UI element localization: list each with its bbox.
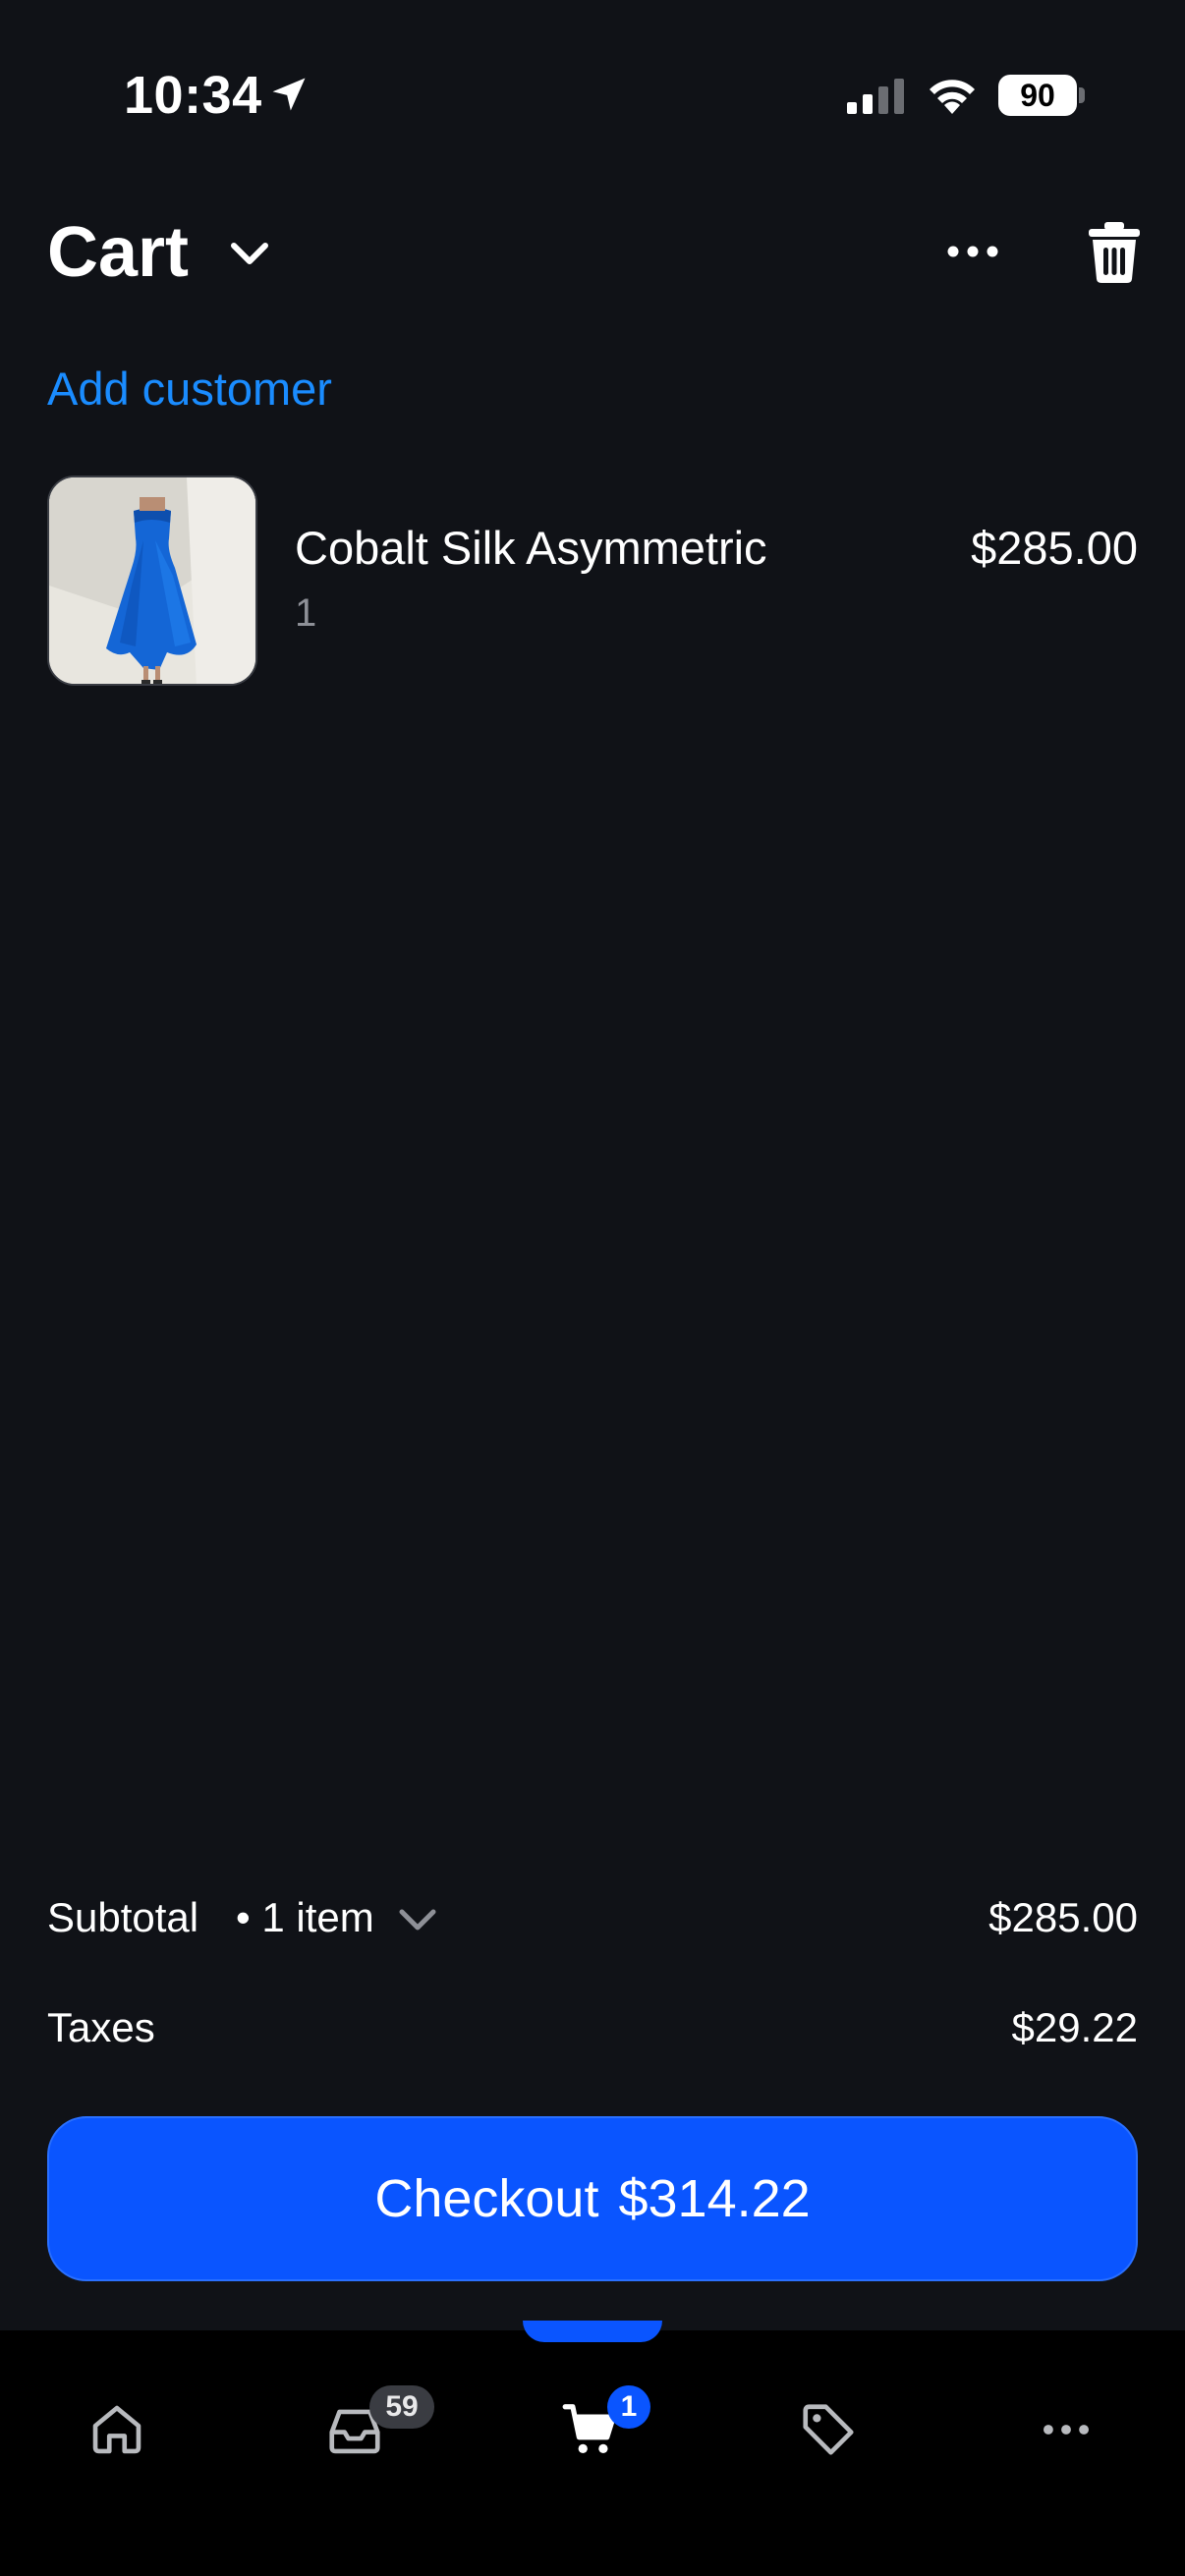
page-title[interactable]: Cart	[47, 212, 189, 293]
checkout-label: Checkout	[374, 2169, 599, 2228]
cellular-signal-icon	[847, 79, 904, 114]
taxes-row: Taxes $29.22	[47, 2004, 1138, 2063]
taxes-label: Taxes	[47, 2004, 155, 2050]
checkout-total: $314.22	[618, 2169, 811, 2228]
status-bar: 10:34 90	[0, 0, 1185, 196]
home-icon	[92, 2405, 141, 2454]
status-time: 10:34	[124, 66, 262, 125]
item-quantity: 1	[295, 591, 317, 635]
battery-indicator: 90	[998, 75, 1077, 116]
subtotal-label: Subtotal	[47, 1894, 199, 1940]
tab-home[interactable]	[59, 2370, 177, 2488]
battery-level: 90	[1020, 78, 1055, 113]
tab-products[interactable]	[770, 2370, 888, 2488]
subtotal-value: $285.00	[988, 1894, 1138, 1940]
item-price: $285.00	[971, 522, 1138, 574]
subtotal-row[interactable]: Subtotal • 1 item $285.00	[47, 1894, 1138, 1953]
tag-icon	[803, 2404, 854, 2455]
battery-cap	[1079, 87, 1085, 103]
wifi-icon	[930, 80, 975, 114]
add-customer-link[interactable]: Add customer	[47, 362, 332, 416]
location-arrow-icon	[272, 78, 306, 111]
item-count: • 1 item	[236, 1894, 374, 1940]
pos-cart-screen: 10:34 90 Cart Add customer Cobalt Silk A…	[0, 0, 1185, 2576]
product-thumbnail	[47, 476, 257, 686]
more-icon	[1044, 2425, 1089, 2435]
chevron-down-icon[interactable]	[397, 1904, 438, 1935]
orders-badge: 59	[369, 2385, 434, 2429]
tab-orders[interactable]: 59	[297, 2370, 434, 2488]
chevron-down-icon[interactable]	[226, 236, 273, 271]
active-tab-indicator	[523, 2321, 662, 2342]
checkout-button[interactable]: Checkout $314.22	[47, 2116, 1138, 2281]
trash-icon[interactable]	[1087, 222, 1142, 283]
tab-more[interactable]	[1008, 2370, 1126, 2488]
tab-cart[interactable]: 1	[533, 2370, 650, 2488]
more-options-button[interactable]	[943, 232, 1002, 271]
item-name: Cobalt Silk Asymmetric	[295, 522, 767, 574]
cart-badge: 1	[607, 2385, 650, 2429]
blue-dress-product-image	[49, 477, 255, 684]
cart-line-item[interactable]: Cobalt Silk Asymmetric 1 $285.00	[47, 476, 1138, 686]
taxes-value: $29.22	[1011, 2004, 1138, 2050]
